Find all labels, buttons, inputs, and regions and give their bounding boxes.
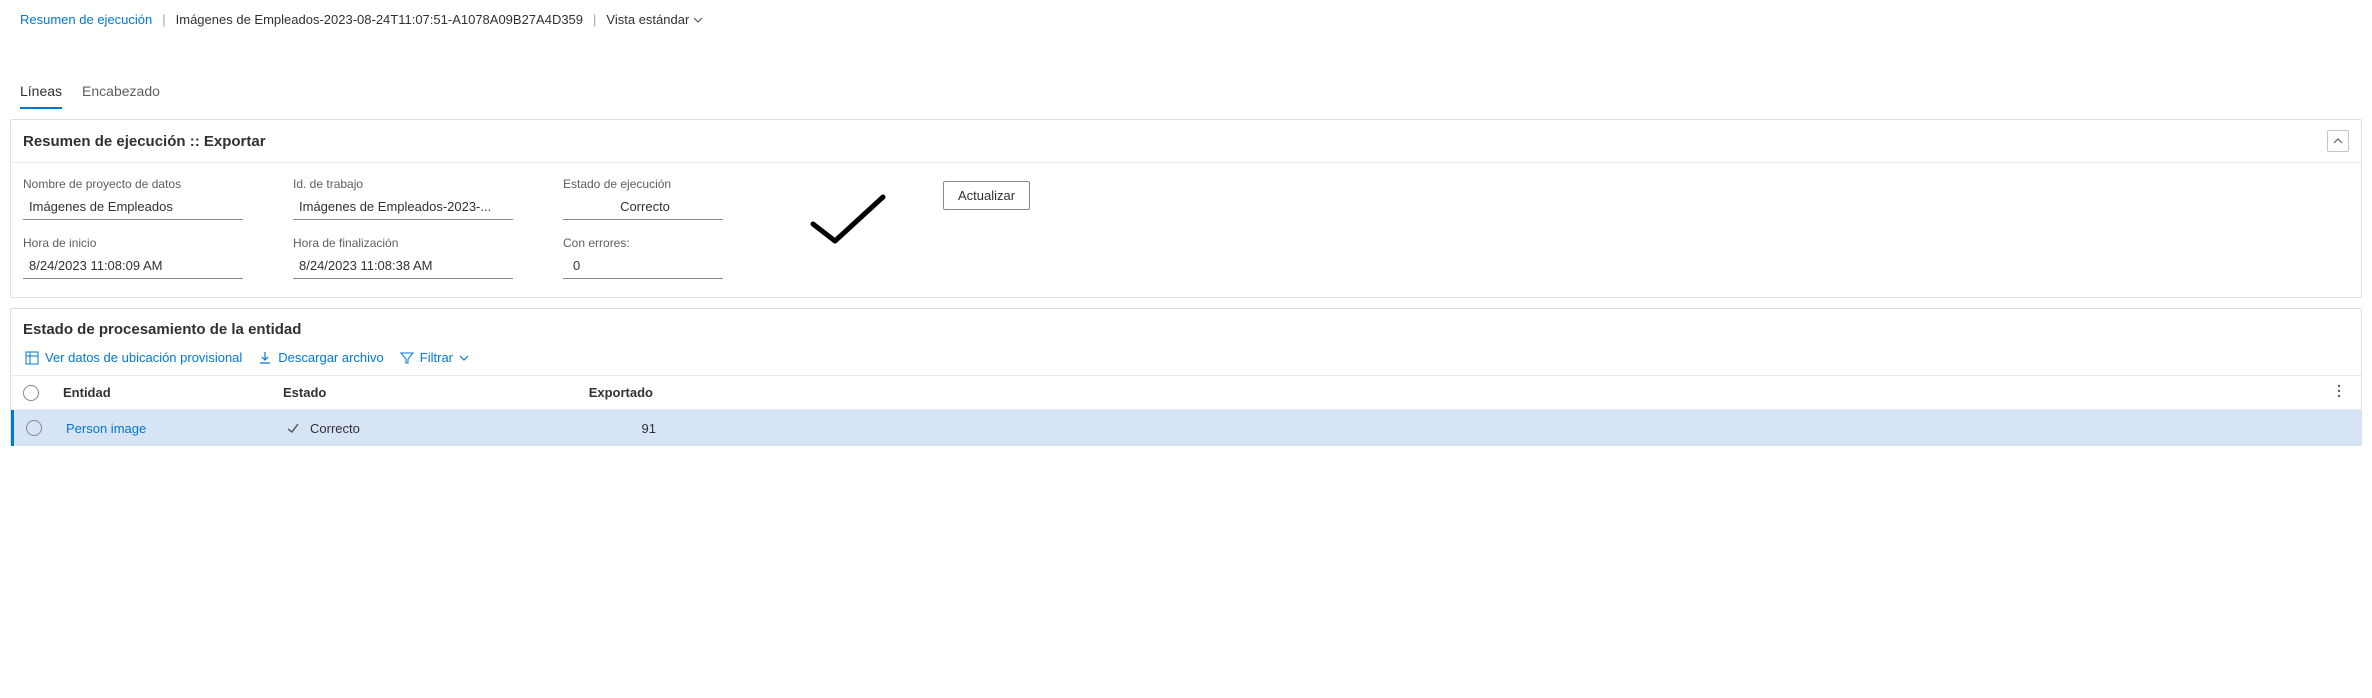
checkmark-icon	[803, 189, 893, 252]
collapse-button[interactable]	[2327, 130, 2349, 152]
filter-icon	[400, 351, 414, 365]
breadcrumb-title: Imágenes de Empleados-2023-08-24T11:07:5…	[176, 12, 583, 27]
panel-execution-summary: Resumen de ejecución :: Exportar Nombre …	[10, 119, 2362, 298]
field-job-id: Id. de trabajo Imágenes de Empleados-202…	[293, 177, 513, 220]
field-label: Hora de finalización	[293, 236, 513, 250]
field-label: Nombre de proyecto de datos	[23, 177, 243, 191]
panel-title-summary: Resumen de ejecución :: Exportar	[23, 133, 266, 150]
tabs: Líneas Encabezado	[0, 33, 2372, 109]
breadcrumb-separator: |	[593, 12, 596, 27]
checkmark-icon	[286, 421, 300, 435]
field-label: Con errores:	[563, 236, 723, 250]
column-state[interactable]: Estado	[283, 385, 533, 400]
panel-body-summary: Nombre de proyecto de datos Imágenes de …	[11, 163, 2361, 297]
field-value: 0	[563, 254, 723, 279]
row-select	[26, 420, 66, 436]
row-exported: 91	[536, 421, 696, 436]
download-icon	[258, 351, 272, 365]
breadcrumb-link-summary[interactable]: Resumen de ejecución	[20, 12, 152, 27]
field-errors: Con errores: 0	[563, 236, 723, 279]
select-all-radio[interactable]	[23, 385, 39, 401]
panel-entity-status: Estado de procesamiento de la entidad Ve…	[10, 308, 2362, 446]
entity-toolbar: Ver datos de ubicación provisional Desca…	[11, 338, 2361, 375]
field-start-time: Hora de inicio 8/24/2023 11:08:09 AM	[23, 236, 243, 279]
panel-header-summary: Resumen de ejecución :: Exportar	[11, 120, 2361, 163]
field-project-name: Nombre de proyecto de datos Imágenes de …	[23, 177, 243, 220]
filter-button[interactable]: Filtrar	[400, 350, 469, 365]
view-dropdown[interactable]: Vista estándar	[606, 12, 703, 27]
entity-link[interactable]: Person image	[66, 421, 146, 436]
field-value: 8/24/2023 11:08:09 AM	[23, 254, 243, 279]
tool-label: Ver datos de ubicación provisional	[45, 350, 242, 365]
field-label: Id. de trabajo	[293, 177, 513, 191]
more-columns-button[interactable]	[2337, 384, 2341, 401]
field-value: 8/24/2023 11:08:38 AM	[293, 254, 513, 279]
field-end-time: Hora de finalización 8/24/2023 11:08:38 …	[293, 236, 513, 279]
column-exported[interactable]: Exportado	[533, 385, 693, 400]
column-entity[interactable]: Entidad	[63, 385, 283, 400]
row-radio[interactable]	[26, 420, 42, 436]
field-execution-status: Estado de ejecución Correcto	[563, 177, 723, 220]
table-header-row: Entidad Estado Exportado	[11, 375, 2361, 410]
view-dropdown-label: Vista estándar	[606, 12, 689, 27]
panel-title-entity: Estado de procesamiento de la entidad	[11, 309, 2361, 338]
refresh-button-wrap: Actualizar	[943, 181, 1030, 210]
tab-header[interactable]: Encabezado	[82, 77, 160, 109]
select-all-column	[23, 385, 63, 401]
tool-label: Filtrar	[420, 350, 453, 365]
entity-table: Entidad Estado Exportado Person image Co…	[11, 375, 2361, 446]
table-icon	[25, 351, 39, 365]
breadcrumb-separator: |	[162, 12, 165, 27]
download-file-button[interactable]: Descargar archivo	[258, 350, 384, 365]
chevron-down-icon	[693, 15, 703, 25]
field-value: Imágenes de Empleados	[23, 195, 243, 220]
tool-label: Descargar archivo	[278, 350, 384, 365]
row-state: Correcto	[310, 421, 360, 436]
breadcrumb: Resumen de ejecución | Imágenes de Emple…	[0, 0, 2372, 33]
field-value: Correcto	[563, 195, 723, 220]
view-staging-button[interactable]: Ver datos de ubicación provisional	[25, 350, 242, 365]
table-row[interactable]: Person image Correcto 91	[11, 410, 2361, 446]
more-vertical-icon	[2337, 384, 2341, 398]
field-value: Imágenes de Empleados-2023-...	[293, 195, 513, 220]
refresh-button[interactable]: Actualizar	[943, 181, 1030, 210]
chevron-down-icon	[459, 353, 469, 363]
chevron-up-icon	[2333, 136, 2343, 146]
field-label: Hora de inicio	[23, 236, 243, 250]
field-label: Estado de ejecución	[563, 177, 723, 191]
tab-lines[interactable]: Líneas	[20, 77, 62, 109]
